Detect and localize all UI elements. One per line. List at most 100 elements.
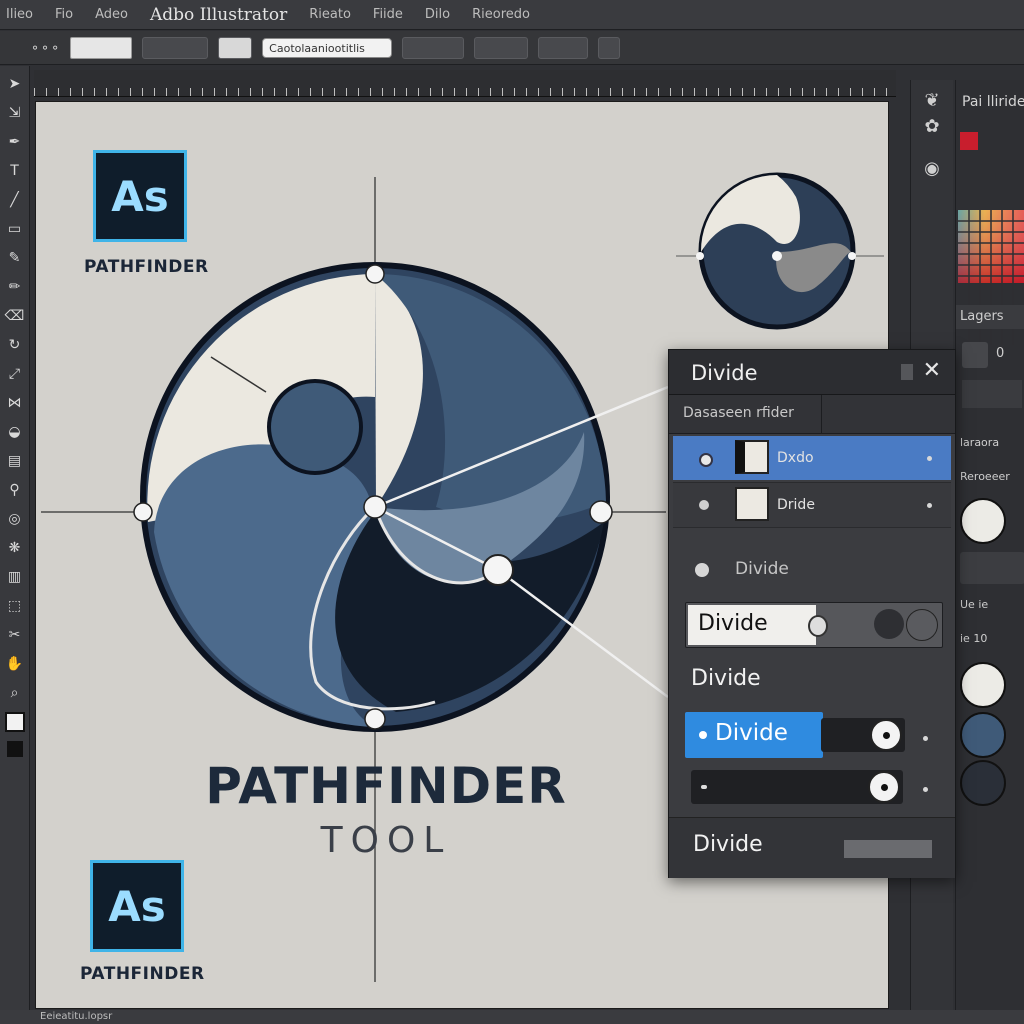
option-radio[interactable] bbox=[695, 563, 709, 577]
layer-row[interactable] bbox=[962, 380, 1022, 408]
panel-label-c: Ue ie bbox=[960, 598, 989, 611]
pen-tool-icon[interactable]: ✒ bbox=[5, 132, 25, 152]
toggle-dot-gray[interactable] bbox=[906, 609, 938, 641]
option-label: Divide bbox=[735, 559, 789, 579]
fill-swatch[interactable] bbox=[70, 36, 133, 59]
type-tool-icon[interactable]: T bbox=[5, 161, 25, 181]
layers-header[interactable]: Lagers bbox=[956, 305, 1024, 329]
rectangle-tool-icon[interactable]: ▭ bbox=[5, 219, 25, 239]
zoom-tool-icon[interactable]: ⌕ bbox=[5, 683, 25, 703]
transform-controls[interactable] bbox=[538, 36, 589, 59]
menu-item-edit[interactable]: Fio bbox=[55, 7, 73, 22]
menu-item-file[interactable]: Ilieo bbox=[6, 7, 33, 22]
direct-select-icon[interactable]: ⇲ bbox=[5, 103, 25, 123]
blue-color-chip[interactable] bbox=[960, 712, 1006, 758]
hand-tool-icon[interactable]: ✋ bbox=[5, 654, 25, 674]
radio-button[interactable] bbox=[699, 453, 713, 467]
list-item[interactable]: Dride bbox=[673, 482, 951, 528]
list-item-selected[interactable]: Dxdo bbox=[673, 436, 951, 480]
symbol-tool-icon[interactable]: ❋ bbox=[5, 538, 25, 558]
slice-tool-icon[interactable]: ✂ bbox=[5, 625, 25, 645]
appearance-icon[interactable]: ◉ bbox=[920, 158, 944, 182]
preview-anchor-left bbox=[696, 252, 704, 260]
stroke-swatch[interactable] bbox=[218, 36, 253, 59]
control-bar: ⚬⚬⚬ Caotolaaniootitlis bbox=[0, 31, 1024, 65]
anchor-point-selected bbox=[482, 554, 514, 586]
shape-builder-icon[interactable]: ◒ bbox=[5, 422, 25, 442]
divide-button[interactable]: Divide bbox=[685, 712, 823, 758]
width-tool-icon[interactable]: ⋈ bbox=[5, 393, 25, 413]
shape-thumbnail bbox=[735, 487, 769, 521]
slider-knob[interactable] bbox=[870, 719, 902, 751]
anchor-point-left bbox=[133, 502, 153, 522]
graph-tool-icon[interactable]: ▥ bbox=[5, 567, 25, 587]
row-menu-dot[interactable] bbox=[927, 456, 932, 461]
pencil-tool-icon[interactable]: ✏ bbox=[5, 277, 25, 297]
tools-panel: ➤ ⇲ ✒ T ╱ ▭ ✎ ✏ ⌫ ↻ ⤢ ⋈ ◒ ▤ ⚲ ◎ ❋ ▥ ⬚ ✂ … bbox=[0, 66, 30, 1024]
brush-tool-icon[interactable]: ✎ bbox=[5, 248, 25, 268]
artboard-tool-icon[interactable]: ⬚ bbox=[5, 596, 25, 616]
horizontal-ruler[interactable] bbox=[34, 70, 896, 97]
divide-field[interactable]: Divide bbox=[685, 602, 943, 648]
selection-tool-icon[interactable]: ➤ bbox=[5, 74, 25, 94]
close-icon[interactable]: ✕ bbox=[923, 358, 941, 383]
slider-long-menu-dot[interactable] bbox=[923, 787, 928, 792]
eraser-tool-icon[interactable]: ⌫ bbox=[5, 306, 25, 326]
stroke-dropdown[interactable] bbox=[142, 36, 209, 59]
footer-value-bar[interactable] bbox=[844, 840, 932, 858]
white-color-chip[interactable] bbox=[960, 498, 1006, 544]
fill-stroke-icon[interactable] bbox=[4, 712, 25, 732]
status-text: Eeieatitu.lopsr bbox=[40, 1011, 113, 1022]
collapse-button[interactable] bbox=[901, 364, 913, 380]
more-options-button[interactable] bbox=[598, 36, 621, 59]
layer-count: 0 bbox=[996, 346, 1005, 361]
light-color-chip[interactable] bbox=[960, 662, 1006, 708]
list-item-label: Dride bbox=[777, 497, 815, 513]
toggle-dot-dark[interactable] bbox=[874, 609, 904, 639]
panel-label-d: ie 10 bbox=[960, 632, 988, 645]
menu-item-select[interactable]: Rieato bbox=[309, 7, 351, 22]
style-input[interactable]: Caotolaaniootitlis bbox=[262, 37, 393, 58]
footer-label: Divide bbox=[693, 832, 763, 857]
status-bar: Eeieatitu.lopsr bbox=[0, 1010, 1024, 1024]
color-slider[interactable] bbox=[960, 552, 1024, 584]
shape-thumbnail bbox=[735, 440, 769, 474]
panel-label-a: laraora bbox=[960, 436, 1000, 449]
line-tool-icon[interactable]: ╱ bbox=[5, 190, 25, 210]
row-menu-dot[interactable] bbox=[927, 503, 932, 508]
menu-item-view[interactable]: Dilo bbox=[425, 7, 450, 22]
panel-header[interactable]: Divide ✕ bbox=[669, 350, 955, 395]
layer-toggle-button[interactable] bbox=[962, 342, 988, 368]
gradient-tool-icon[interactable]: ▤ bbox=[5, 451, 25, 471]
properties-icon[interactable]: ❦ bbox=[920, 90, 944, 114]
menu-item-object[interactable]: Adeo bbox=[95, 7, 128, 22]
brushes-icon[interactable]: ✿ bbox=[920, 116, 944, 140]
menu-item-window[interactable]: Rieoredo bbox=[472, 7, 530, 22]
panel-title: Pai lliride bbox=[962, 94, 1024, 110]
options-icon[interactable]: ⚬⚬⚬ bbox=[30, 41, 60, 55]
rotate-tool-icon[interactable]: ↻ bbox=[5, 335, 25, 355]
opacity-dropdown[interactable] bbox=[402, 36, 465, 59]
small-head-circle bbox=[267, 379, 363, 475]
blend-tool-icon[interactable]: ◎ bbox=[5, 509, 25, 529]
scale-tool-icon[interactable]: ⤢ bbox=[5, 364, 25, 384]
artwork-title: PATHFINDER bbox=[205, 757, 567, 815]
slider-knob-long[interactable] bbox=[868, 771, 900, 803]
preview-anchor-center bbox=[772, 251, 782, 261]
menu-item-effect[interactable]: Fiide bbox=[373, 7, 403, 22]
align-controls[interactable] bbox=[474, 36, 529, 59]
panel-tabs: Dasaseen rfider bbox=[669, 395, 955, 434]
slider-menu-dot[interactable] bbox=[923, 736, 928, 741]
tab-pathfinder[interactable]: Dasaseen rfider bbox=[683, 405, 794, 421]
divide-button-label: Divide bbox=[715, 720, 788, 746]
accent-swatch[interactable] bbox=[960, 132, 978, 150]
radio-button[interactable] bbox=[699, 500, 709, 510]
layers-label: Lagers bbox=[960, 309, 1004, 324]
button-dot-icon bbox=[699, 731, 707, 739]
eyedropper-tool-icon[interactable]: ⚲ bbox=[5, 480, 25, 500]
anchor-point-top bbox=[365, 264, 385, 284]
swap-colors-icon[interactable] bbox=[6, 741, 23, 757]
field-handle[interactable] bbox=[808, 615, 828, 637]
dark-color-chip[interactable] bbox=[960, 760, 1006, 806]
panel-label-b: Reroeeer bbox=[960, 470, 1010, 483]
